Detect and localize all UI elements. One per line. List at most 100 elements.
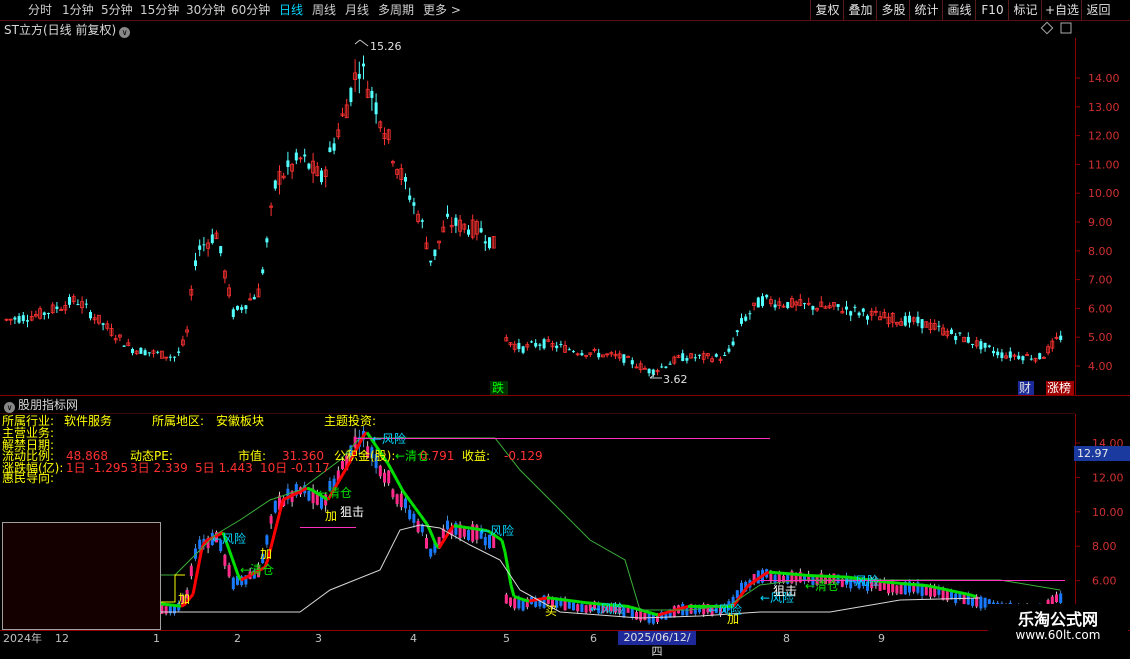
candle-body bbox=[534, 343, 537, 347]
signal-segment bbox=[757, 578, 760, 580]
square-icon bbox=[1061, 23, 1071, 33]
candle-body bbox=[748, 313, 751, 314]
cursor-date-badge: 2025/06/12/四 bbox=[618, 631, 696, 645]
main-candles bbox=[5, 55, 1062, 377]
signal-segment bbox=[367, 432, 370, 436]
signal-segment bbox=[514, 596, 517, 597]
candle-body bbox=[131, 349, 134, 353]
candle-body bbox=[148, 352, 151, 353]
candle-body bbox=[664, 367, 667, 368]
signal-segment bbox=[196, 563, 199, 578]
signal-segment bbox=[340, 474, 343, 479]
candle-body bbox=[916, 317, 919, 323]
signal-segment bbox=[190, 594, 193, 598]
candle-body bbox=[811, 306, 814, 310]
candle-body bbox=[1021, 356, 1024, 360]
signal-label-add: 加 bbox=[260, 547, 272, 561]
theme-label: 主题投资: bbox=[324, 414, 376, 428]
candle-body bbox=[421, 220, 424, 222]
high-price-label: 15.26 bbox=[370, 40, 402, 53]
sub-y-label: 12.00 bbox=[1092, 471, 1124, 484]
profit-label: 收益: bbox=[462, 449, 490, 463]
profit-value: -0.129 bbox=[504, 449, 543, 463]
main-y-label: 13.00 bbox=[1088, 101, 1120, 114]
signal-segment bbox=[946, 590, 949, 591]
timeline-label-2: 1 bbox=[153, 632, 160, 646]
signal-segment bbox=[394, 475, 397, 481]
candle-body bbox=[904, 316, 907, 325]
candle-body bbox=[744, 317, 747, 321]
change-10d: 10日 -0.117 bbox=[260, 461, 330, 475]
signal-segment bbox=[754, 580, 757, 582]
signal-label-add: 加 bbox=[325, 509, 337, 523]
signal-segment bbox=[949, 590, 952, 591]
ind-body bbox=[396, 494, 399, 504]
candle-body bbox=[232, 309, 235, 317]
candle-body bbox=[786, 302, 789, 308]
signal-segment bbox=[421, 516, 424, 520]
ind-body bbox=[404, 499, 407, 509]
candle-body bbox=[26, 320, 29, 321]
change-3d: 3日 2.339 bbox=[130, 461, 188, 475]
signal-segment bbox=[241, 578, 244, 580]
candle-body bbox=[774, 304, 777, 307]
signal-segment bbox=[193, 579, 196, 594]
candle-body bbox=[47, 313, 50, 314]
main-y-label: 8.00 bbox=[1088, 245, 1113, 258]
candle-body bbox=[765, 295, 768, 297]
signal-segment bbox=[928, 586, 931, 587]
signal-label-risk: ←风险 bbox=[845, 573, 879, 588]
signal-segment bbox=[955, 592, 958, 593]
candle-body bbox=[568, 349, 571, 350]
signal-label-clear: ←清仓 bbox=[805, 579, 839, 593]
signal-segment bbox=[544, 598, 547, 599]
candle-body bbox=[954, 336, 957, 340]
signal-segment bbox=[952, 591, 955, 592]
mini-preview-box bbox=[2, 522, 161, 630]
watermark-logo: 乐淘公式网 www.60lt.com bbox=[988, 604, 1128, 648]
high-arrow bbox=[355, 40, 368, 46]
region-value: 安徽板块 bbox=[216, 414, 264, 428]
timeline-label-9: 9 bbox=[878, 632, 885, 646]
indicator-title-bar: ∨股朋指标网 bbox=[4, 397, 78, 413]
candle-body bbox=[303, 155, 306, 157]
signal-segment bbox=[313, 491, 316, 493]
timeline-label-1: 12 bbox=[55, 632, 69, 646]
candle-body bbox=[244, 305, 247, 309]
current-price-tag: 12.97 bbox=[1074, 446, 1130, 461]
candle-body bbox=[740, 318, 743, 324]
candle-body bbox=[102, 323, 105, 325]
timeline-label-0: 2024年 bbox=[3, 632, 42, 646]
main-y-label: 10.00 bbox=[1088, 187, 1120, 200]
chart-canvas[interactable]: 14.0013.0012.0011.0010.009.008.007.006.0… bbox=[0, 0, 1130, 650]
candle-body bbox=[580, 353, 583, 355]
candle-body bbox=[660, 366, 663, 367]
signal-segment bbox=[388, 464, 391, 470]
ind-body bbox=[265, 535, 268, 544]
signal-segment bbox=[271, 535, 274, 547]
timeline-label-5: 4 bbox=[410, 632, 417, 646]
signal-segment bbox=[232, 558, 235, 566]
signal-segment bbox=[445, 534, 448, 539]
signal-segment bbox=[529, 601, 532, 602]
signal-segment bbox=[682, 607, 685, 608]
candle-body bbox=[156, 352, 159, 353]
signal-label-add: 加 bbox=[727, 612, 739, 626]
candle-body bbox=[727, 349, 730, 352]
chevron-down-icon[interactable]: ∨ bbox=[4, 402, 15, 413]
candle-body bbox=[685, 358, 688, 361]
indicator-title: 股朋指标网 bbox=[18, 398, 78, 412]
candle-body bbox=[480, 228, 483, 232]
main-y-label: 7.00 bbox=[1088, 274, 1113, 287]
candle-body bbox=[681, 353, 684, 361]
candle-body bbox=[85, 304, 88, 305]
ind-body bbox=[484, 537, 487, 545]
candle-body bbox=[194, 260, 197, 266]
candle-body bbox=[240, 307, 243, 310]
ind-body bbox=[963, 594, 966, 604]
signal-segment bbox=[400, 486, 403, 492]
candle-body bbox=[144, 350, 147, 355]
candle-body bbox=[849, 311, 852, 315]
signal-segment bbox=[658, 614, 661, 615]
timeline-label-7: 6 bbox=[590, 632, 597, 646]
